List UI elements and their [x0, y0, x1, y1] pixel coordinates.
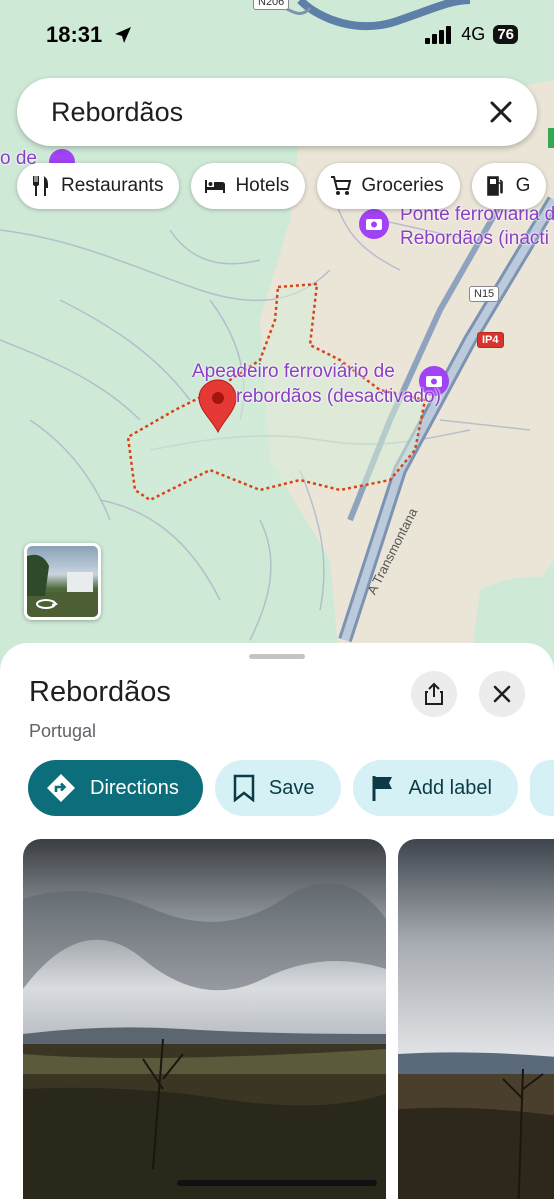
home-indicator[interactable] [177, 1180, 377, 1186]
gas-icon [486, 176, 503, 196]
add-label-button[interactable]: Add label [352, 760, 518, 816]
place-subtitle: Portugal [29, 721, 97, 741]
street-view-thumbnail[interactable] [24, 543, 101, 620]
restaurant-icon [33, 176, 48, 196]
share-icon [425, 682, 443, 705]
landscape-photo [398, 839, 554, 1199]
road-shield-n206: N206 [253, 0, 290, 10]
add-label-label: Add label [408, 776, 492, 799]
close-sheet-button[interactable] [479, 671, 525, 717]
road-shield-n15: N15 [469, 286, 500, 302]
drag-handle[interactable] [249, 654, 305, 659]
hotel-icon [205, 180, 226, 193]
more-action-button[interactable] [529, 760, 554, 816]
status-bar: 18:31 4G 76 [0, 22, 554, 52]
battery-icon: 76 [493, 25, 518, 44]
chip-hotels[interactable]: Hotels [191, 163, 306, 209]
location-arrow-icon [115, 27, 131, 43]
chip-label: Restaurants [61, 175, 164, 196]
cart-icon [331, 176, 352, 195]
place-photo[interactable] [23, 839, 386, 1199]
street-view-image [27, 554, 98, 617]
save-label: Save [268, 776, 315, 799]
place-bottom-sheet[interactable]: Rebordãos Portugal Directions Save Add l… [0, 643, 554, 1199]
directions-icon [47, 774, 75, 802]
status-time: 18:31 [46, 22, 103, 47]
share-button[interactable] [411, 671, 457, 717]
close-icon [493, 685, 511, 703]
chip-restaurants[interactable]: Restaurants [17, 163, 180, 209]
chip-label: Groceries [361, 175, 444, 196]
bookmark-icon [233, 774, 255, 802]
chip-gas[interactable]: G [471, 163, 547, 209]
signal-icon [425, 25, 452, 44]
place-photo[interactable] [398, 839, 554, 1199]
road-shield-ip4: IP4 [477, 332, 504, 348]
chip-label: G [515, 175, 531, 196]
network-type: 4G [461, 24, 486, 44]
place-title: Rebordãos [29, 676, 171, 708]
action-buttons: Directions Save Add label [28, 760, 554, 816]
map-poi-label[interactable]: Rebordãos (inacti [400, 228, 549, 250]
search-bar[interactable]: Rebordãos [17, 78, 537, 146]
camera-poi-icon[interactable] [359, 209, 389, 239]
directions-button[interactable]: Directions [28, 760, 203, 816]
map-poi-label[interactable]: Apeadeiro ferroviário de [192, 361, 395, 383]
landscape-photo [23, 839, 386, 1199]
chip-label: Hotels [235, 175, 290, 196]
close-icon[interactable] [487, 98, 515, 126]
directions-label: Directions [90, 776, 179, 799]
chip-groceries[interactable]: Groceries [317, 163, 460, 209]
map-poi-label[interactable]: rebordãos (desactivado) [236, 386, 441, 408]
category-chips: Restaurants Hotels Groceries G [17, 163, 547, 209]
search-input[interactable]: Rebordãos [51, 97, 183, 128]
flag-icon [372, 776, 392, 801]
save-button[interactable]: Save [214, 760, 341, 816]
